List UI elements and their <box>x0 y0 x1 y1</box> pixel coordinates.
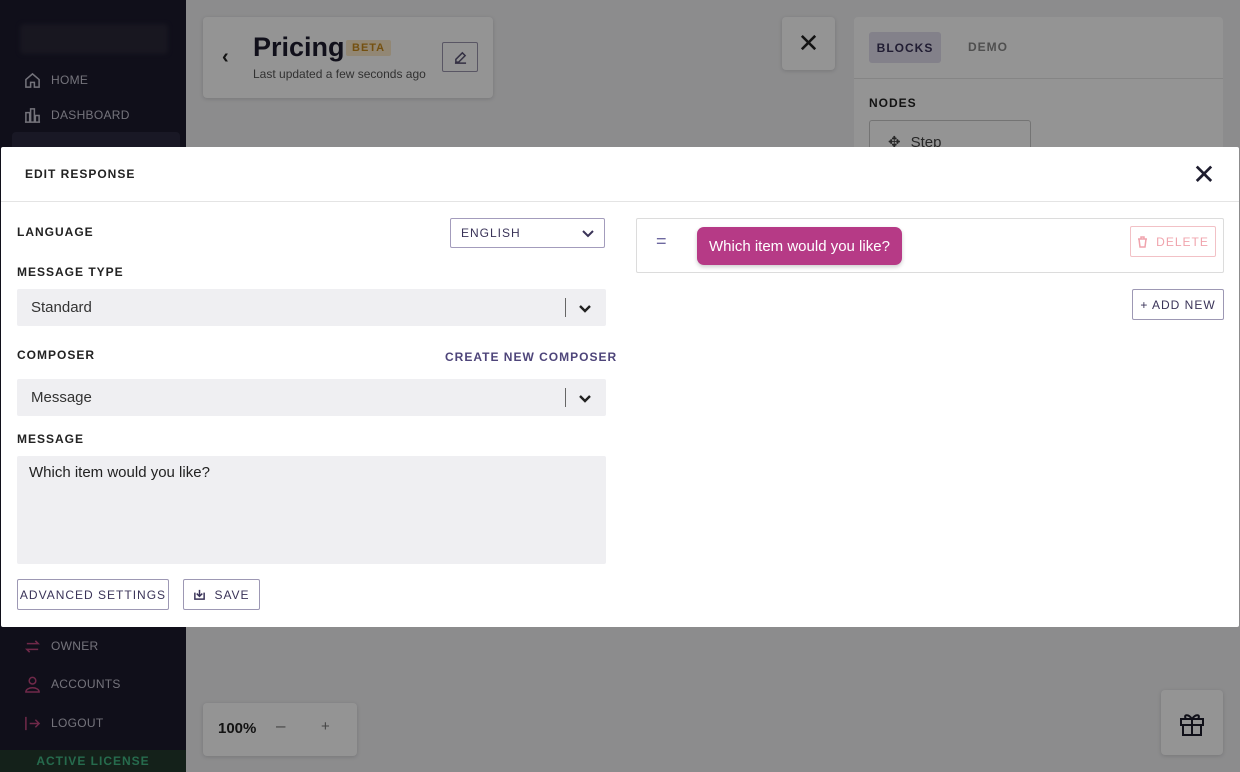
modal-header: EDIT RESPONSE ✕ <box>1 147 1239 202</box>
message-bubble: Which item would you like? <box>697 227 902 265</box>
language-select[interactable]: ENGLISH <box>450 218 605 248</box>
save-button[interactable]: SAVE <box>183 579 260 610</box>
drag-handle-icon[interactable]: = <box>656 231 667 252</box>
message-type-select[interactable]: Standard <box>17 289 606 326</box>
select-separator <box>565 298 566 317</box>
select-separator <box>565 388 566 407</box>
create-new-composer-link[interactable]: CREATE NEW COMPOSER <box>445 350 617 364</box>
trash-icon <box>1138 235 1148 248</box>
language-value: ENGLISH <box>461 226 521 240</box>
composer-label: COMPOSER <box>17 348 96 362</box>
message-label: MESSAGE <box>17 432 85 446</box>
chevron-down-icon <box>582 230 594 238</box>
close-icon[interactable]: ✕ <box>1189 159 1219 190</box>
delete-button[interactable]: DELETE <box>1130 226 1216 257</box>
chevron-down-icon <box>579 305 591 313</box>
chevron-down-icon <box>579 395 591 403</box>
edit-response-modal: EDIT RESPONSE ✕ LANGUAGE ENGLISH MESSAGE… <box>1 147 1239 627</box>
language-label: LANGUAGE <box>17 225 94 239</box>
advanced-settings-button[interactable]: ADVANCED SETTINGS <box>17 579 169 610</box>
message-type-label: MESSAGE TYPE <box>17 265 124 279</box>
add-new-button[interactable]: + ADD NEW <box>1132 289 1224 320</box>
delete-label: DELETE <box>1156 234 1209 249</box>
advanced-settings-label: ADVANCED SETTINGS <box>19 587 167 602</box>
modal-title: EDIT RESPONSE <box>25 167 136 181</box>
save-label: SAVE <box>214 587 250 602</box>
message-type-value: Standard <box>31 299 92 316</box>
message-textarea[interactable]: Which item would you like? <box>17 456 606 564</box>
composer-select[interactable]: Message <box>17 379 606 416</box>
composer-value: Message <box>31 389 92 406</box>
save-icon <box>194 589 206 600</box>
